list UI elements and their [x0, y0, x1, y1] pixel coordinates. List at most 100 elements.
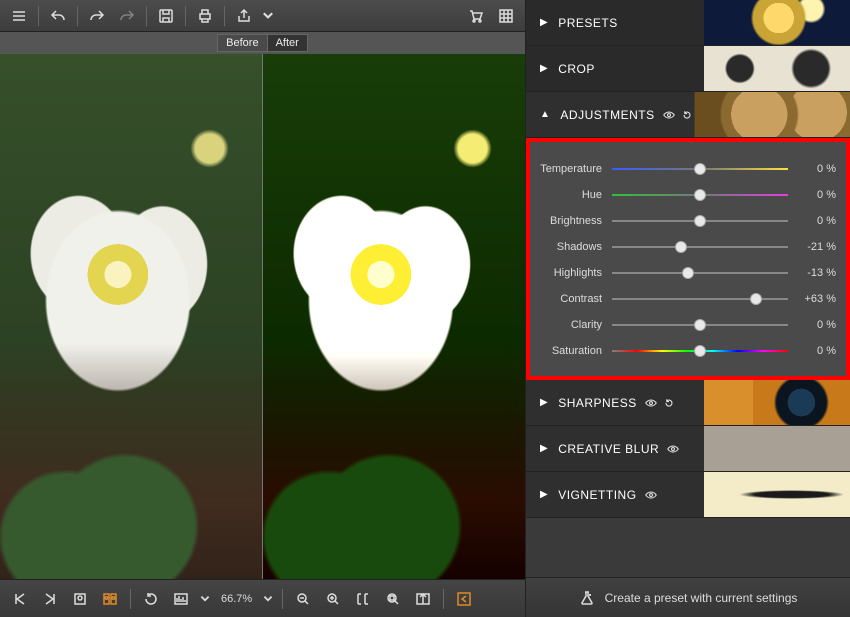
- zoom-label: 66.7%: [217, 593, 256, 605]
- eye-icon[interactable]: [667, 443, 679, 455]
- slider-highlights: Highlights -13 %: [540, 260, 836, 286]
- flask-icon: [579, 590, 595, 606]
- share-dropdown[interactable]: [261, 3, 275, 29]
- single-view-button[interactable]: [68, 587, 92, 611]
- slider-value: 0 %: [788, 163, 836, 175]
- zoom-in-button[interactable]: [321, 587, 345, 611]
- apply-button[interactable]: [452, 587, 476, 611]
- slider-value: 0 %: [788, 189, 836, 201]
- panel-creative-blur[interactable]: ▶ CREATIVE BLUR: [526, 426, 850, 472]
- slider-label: Temperature: [540, 163, 612, 175]
- panel-vignetting[interactable]: ▶ VIGNETTING: [526, 472, 850, 518]
- histogram-button[interactable]: [169, 587, 193, 611]
- slider-label: Saturation: [540, 345, 612, 357]
- slider-label: Highlights: [540, 267, 612, 279]
- chevron-down-icon: ▲: [540, 109, 550, 120]
- panel-adjustments[interactable]: ▲ ADJUSTMENTS: [526, 92, 850, 138]
- slider-thumb[interactable]: [682, 267, 694, 279]
- share-button[interactable]: [231, 3, 257, 29]
- create-preset-label: Create a preset with current settings: [605, 591, 798, 605]
- compare-tabs: Before After: [0, 32, 525, 54]
- fit-screen-button[interactable]: [411, 587, 435, 611]
- slider-brightness: Brightness 0 %: [540, 208, 836, 234]
- redo-alt-button[interactable]: [114, 3, 140, 29]
- tab-before[interactable]: Before: [217, 34, 266, 52]
- undo-button[interactable]: [45, 3, 71, 29]
- compare-view-button[interactable]: [98, 587, 122, 611]
- chevron-right-icon: ▶: [540, 489, 548, 500]
- create-preset-button[interactable]: Create a preset with current settings: [526, 577, 850, 617]
- chevron-right-icon: ▶: [540, 63, 548, 74]
- last-image-button[interactable]: [38, 587, 62, 611]
- menu-button[interactable]: [6, 3, 32, 29]
- panel-presets-label: PRESETS: [558, 16, 618, 30]
- slider-track[interactable]: [612, 292, 788, 306]
- print-button[interactable]: [192, 3, 218, 29]
- slider-value: 0 %: [788, 345, 836, 357]
- chevron-right-icon: ▶: [540, 17, 548, 28]
- slider-clarity: Clarity 0 %: [540, 312, 836, 338]
- panel-sharpness[interactable]: ▶ SHARPNESS: [526, 380, 850, 426]
- slider-value: -13 %: [788, 267, 836, 279]
- eye-icon[interactable]: [663, 109, 675, 121]
- zoom-dropdown[interactable]: [262, 587, 274, 611]
- reset-icon[interactable]: [663, 397, 675, 409]
- grid-button[interactable]: [493, 3, 519, 29]
- slider-label: Clarity: [540, 319, 612, 331]
- slider-label: Shadows: [540, 241, 612, 253]
- panel-adjustments-label: ADJUSTMENTS: [560, 108, 654, 122]
- reset-icon[interactable]: [681, 109, 693, 121]
- first-image-button[interactable]: [8, 587, 32, 611]
- slider-label: Brightness: [540, 215, 612, 227]
- slider-track[interactable]: [612, 214, 788, 228]
- canvas[interactable]: [0, 54, 525, 579]
- slider-shadows: Shadows -21 %: [540, 234, 836, 260]
- slider-temperature: Temperature 0 %: [540, 156, 836, 182]
- slider-thumb[interactable]: [694, 215, 706, 227]
- slider-value: 0 %: [788, 215, 836, 227]
- slider-label: Hue: [540, 189, 612, 201]
- cart-button[interactable]: [463, 3, 489, 29]
- panel-crop-label: CROP: [558, 62, 595, 76]
- slider-saturation: Saturation 0 %: [540, 338, 836, 364]
- slider-thumb[interactable]: [675, 241, 687, 253]
- tab-after[interactable]: After: [267, 34, 308, 52]
- slider-thumb[interactable]: [694, 163, 706, 175]
- slider-track[interactable]: [612, 266, 788, 280]
- zoom-out-button[interactable]: [291, 587, 315, 611]
- slider-thumb[interactable]: [694, 319, 706, 331]
- rotate-button[interactable]: [139, 587, 163, 611]
- panel-crop[interactable]: ▶ CROP: [526, 46, 850, 92]
- save-button[interactable]: [153, 3, 179, 29]
- zoom-100-button[interactable]: [351, 587, 375, 611]
- chevron-right-icon: ▶: [540, 397, 548, 408]
- eye-icon[interactable]: [645, 489, 657, 501]
- slider-thumb[interactable]: [694, 345, 706, 357]
- eye-icon[interactable]: [645, 397, 657, 409]
- slider-track[interactable]: [612, 240, 788, 254]
- slider-value: -21 %: [788, 241, 836, 253]
- zoom-actual-button[interactable]: [381, 587, 405, 611]
- adjustments-body: Temperature 0 % Hue 0 % Brightness 0 % Shadows…: [526, 138, 850, 380]
- slider-value: +63 %: [788, 293, 836, 305]
- canvas-before: [0, 54, 262, 579]
- slider-thumb[interactable]: [694, 189, 706, 201]
- slider-contrast: Contrast +63 %: [540, 286, 836, 312]
- panel-presets[interactable]: ▶ PRESETS: [526, 0, 850, 46]
- slider-hue: Hue 0 %: [540, 182, 836, 208]
- chevron-right-icon: ▶: [540, 443, 548, 454]
- panel-blur-label: CREATIVE BLUR: [558, 442, 659, 456]
- histogram-dropdown[interactable]: [199, 587, 211, 611]
- slider-track[interactable]: [612, 188, 788, 202]
- slider-thumb[interactable]: [750, 293, 762, 305]
- panel-vig-label: VIGNETTING: [558, 488, 636, 502]
- slider-track[interactable]: [612, 162, 788, 176]
- slider-track[interactable]: [612, 318, 788, 332]
- slider-track[interactable]: [612, 344, 788, 358]
- slider-value: 0 %: [788, 319, 836, 331]
- bottom-toolbar: 66.7%: [0, 579, 525, 617]
- top-toolbar: [0, 0, 525, 32]
- redo-button[interactable]: [84, 3, 110, 29]
- panel-sharpness-label: SHARPNESS: [558, 396, 637, 410]
- slider-label: Contrast: [540, 293, 612, 305]
